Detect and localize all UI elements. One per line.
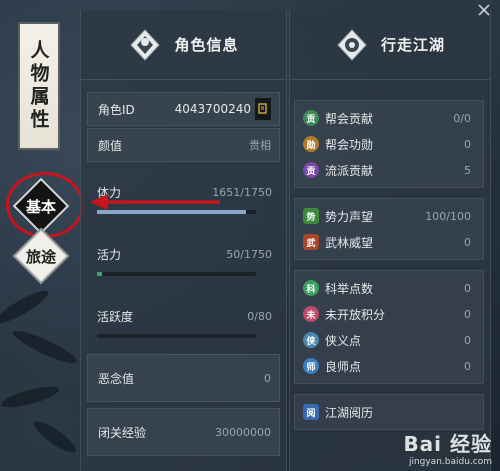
copy-icon[interactable] — [255, 98, 271, 120]
stat-label: 江湖阅历 — [325, 405, 374, 420]
exam-icon: 科 — [303, 280, 319, 296]
stat-row-unopened-points: 未 未开放积分 0 — [295, 301, 483, 327]
jianghu-emblem-icon — [335, 28, 369, 62]
stat-row-guild-merit: 勋 帮会功勋 0 — [295, 131, 483, 157]
appearance-label: 颜值 — [98, 138, 123, 153]
watermark-brand: Bai 经验 — [403, 432, 492, 456]
annotation-circle — [6, 172, 84, 238]
stat-label: 良师点 — [325, 359, 362, 374]
points-group: 科 科举点数 0 未 未开放积分 0 侠 侠义点 0 师 良师点 0 — [294, 270, 484, 384]
character-id-value: 4043700240 — [174, 102, 251, 116]
stat-value: 5 — [464, 163, 471, 177]
row-appearance: 颜值 贵相 — [87, 128, 280, 162]
experience-icon: 阅 — [303, 404, 319, 420]
stat-label: 流派贡献 — [325, 163, 374, 178]
sword-icon: 武 — [303, 234, 319, 250]
appearance-value: 贵相 — [249, 139, 271, 152]
activity-label: 活跃度 — [97, 309, 134, 324]
row-seclusion-exp: 闭关经验 30000000 — [87, 408, 280, 456]
seclusion-exp-value: 30000000 — [215, 425, 271, 439]
watermark-url: jingyan.baidu.com — [408, 457, 492, 467]
stat-value: 0 — [464, 235, 471, 249]
row-activity: 活跃度 0/80 — [87, 292, 280, 354]
jianghu-header: 行走江湖 — [290, 10, 490, 80]
stat-label: 帮会贡献 — [325, 111, 374, 126]
stat-row-mentor-points: 师 良师点 0 — [295, 353, 483, 379]
stat-label: 科举点数 — [325, 281, 374, 296]
vitality-bar-fill — [97, 272, 102, 276]
activity-value: 0/80 — [247, 309, 272, 323]
side-nav-title: 人物属性 — [18, 22, 60, 150]
stat-label: 未开放积分 — [325, 307, 386, 322]
stat-row-guild-contribution: 贡 帮会贡献 0/0 — [295, 105, 483, 131]
activity-bar — [97, 334, 256, 338]
watermark: Bai 经验 jingyan.baidu.com — [403, 428, 492, 467]
stat-value: 0 — [464, 359, 471, 373]
stat-value: 0 — [464, 333, 471, 347]
stat-value: 0 — [464, 137, 471, 151]
jianghu-panel: 行走江湖 贡 帮会贡献 0/0 勋 帮会功勋 0 贡 流派贡献 5 势 势力声望 — [289, 10, 491, 471]
nav-tab-journey[interactable]: 旅途 — [12, 227, 70, 285]
stat-label: 帮会功勋 — [325, 137, 374, 152]
stat-label: 势力声望 — [325, 209, 374, 224]
malice-label: 恶念值 — [98, 371, 135, 386]
reputation-group: 势 势力声望 100/100 武 武林威望 0 — [294, 198, 484, 260]
experience-group: 阅 江湖阅历 — [294, 394, 484, 430]
mentor-icon: 师 — [303, 358, 319, 374]
character-info-header: 角色信息 — [81, 10, 286, 80]
stat-row-jianghu-experience: 阅 江湖阅历 — [295, 399, 483, 425]
seclusion-exp-label: 闭关经验 — [98, 425, 147, 440]
side-nav-title-text: 人物属性 — [27, 40, 50, 132]
stat-value: 0 — [464, 281, 471, 295]
stat-row-faction-reputation: 势 势力声望 100/100 — [295, 203, 483, 229]
character-info-panel: 角色信息 角色ID 4043700240 颜值 贵相 体力 1651/1750 … — [80, 10, 287, 471]
stat-value: 0 — [464, 307, 471, 321]
faction-icon: 势 — [303, 208, 319, 224]
character-info-title: 角色信息 — [174, 36, 239, 54]
stat-row-exam-points: 科 科举点数 0 — [295, 275, 483, 301]
contribution-icon: 贡 — [303, 162, 319, 178]
character-id-label: 角色ID — [98, 102, 135, 117]
vitality-value: 50/1750 — [226, 247, 272, 261]
jianghu-title: 行走江湖 — [380, 36, 445, 54]
character-emblem-icon — [128, 28, 162, 62]
guild-stats-group: 贡 帮会贡献 0/0 勋 帮会功勋 0 贡 流派贡献 5 — [294, 100, 484, 188]
stat-row-chivalry-points: 侠 侠义点 0 — [295, 327, 483, 353]
vitality-label: 活力 — [97, 247, 122, 262]
nav-tab-journey-label: 旅途 — [25, 247, 56, 266]
row-malice: 恶念值 0 — [87, 354, 280, 402]
row-vitality: 活力 50/1750 — [87, 230, 280, 292]
stat-row-martial-prestige: 武 武林威望 0 — [295, 229, 483, 255]
merit-icon: 勋 — [303, 136, 319, 152]
chivalry-icon: 侠 — [303, 332, 319, 348]
annotation-arrow-icon — [90, 194, 220, 210]
stat-label: 侠义点 — [325, 333, 362, 348]
malice-value: 0 — [264, 371, 271, 385]
vitality-bar — [97, 272, 256, 276]
flower-icon: 未 — [303, 306, 319, 322]
stat-value: 0/0 — [453, 111, 471, 125]
stat-row-school-contribution: 贡 流派贡献 5 — [295, 157, 483, 183]
contribution-icon: 贡 — [303, 110, 319, 126]
stat-value: 100/100 — [425, 209, 471, 223]
close-icon[interactable] — [476, 2, 492, 18]
stat-label: 武林威望 — [325, 235, 374, 250]
row-character-id: 角色ID 4043700240 — [87, 92, 280, 126]
